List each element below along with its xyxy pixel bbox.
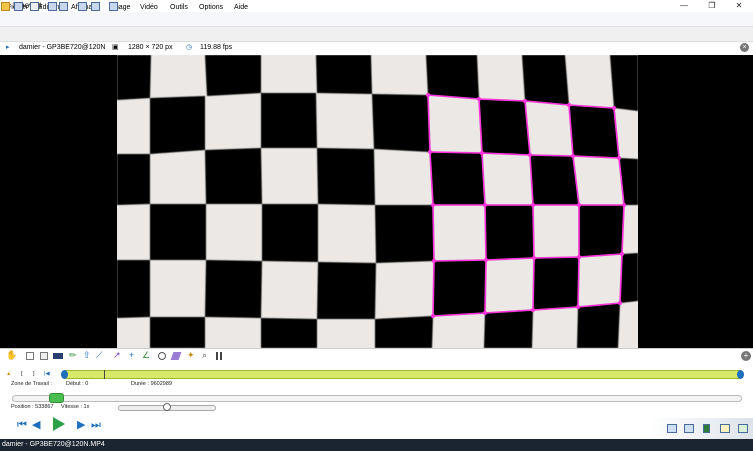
workzone-start-handle[interactable] (61, 370, 68, 379)
save-icon[interactable] (14, 2, 23, 11)
single-screen-icon[interactable] (48, 2, 57, 11)
arrow-tool-icon[interactable]: ↗ (113, 351, 121, 360)
main-toolbar (0, 27, 753, 41)
sequence-snapshot-icon[interactable] (684, 424, 694, 433)
angle-tool-icon[interactable]: ∠ (142, 351, 150, 360)
menu-aide[interactable]: Aide (234, 2, 248, 13)
set-start-icon[interactable]: [ (21, 371, 23, 378)
grid-tool-icon[interactable] (216, 352, 224, 360)
position-track[interactable] (12, 395, 742, 402)
restore-button[interactable]: ❐ (698, 0, 726, 12)
snapshot-icon[interactable] (667, 424, 677, 433)
workzone-start: Début : 0 (66, 381, 89, 387)
previous-frame-icon[interactable]: ◀ (32, 419, 40, 431)
checkerboard-image (117, 55, 638, 348)
circle-tool-icon[interactable] (158, 352, 166, 360)
pencil-icon[interactable]: ✏ (69, 351, 77, 360)
arrow-up-icon[interactable]: ⇧ (83, 351, 91, 360)
menu-options[interactable]: Options (199, 2, 223, 13)
open-folder-icon[interactable] (1, 2, 10, 11)
timeline-cursor[interactable] (104, 370, 105, 379)
playback-bar (0, 416, 753, 439)
workzone-end-handle[interactable] (737, 370, 744, 379)
next-frame-icon[interactable]: ▶ (77, 419, 85, 431)
line-tool-icon[interactable]: ⟋ (96, 351, 104, 360)
video-frame[interactable] (117, 55, 638, 348)
workzone-label: Zone de Travail : (11, 381, 52, 387)
minimize-button[interactable]: — (670, 0, 698, 12)
play-button[interactable] (53, 417, 65, 431)
save-video-icon[interactable] (703, 424, 710, 433)
close-player-icon[interactable]: × (740, 43, 749, 52)
dual-screen-icon[interactable] (59, 2, 68, 11)
dual-capture-icon[interactable] (91, 2, 100, 11)
close-button[interactable]: ✕ (725, 0, 753, 12)
status-filename: damier - GP3BE720@120N.MP4 (2, 441, 105, 448)
status-bar (0, 439, 753, 451)
fps-label: 119.88 fps (200, 44, 233, 51)
workzone-timeline[interactable] (61, 370, 744, 379)
cross-marker-icon[interactable]: + (129, 351, 137, 360)
expand-arrow-icon[interactable]: ▸ (6, 43, 10, 53)
set-end-icon[interactable]: ] (33, 371, 35, 378)
file-name: damier - GP3BE720@120N (19, 44, 106, 51)
goto-start-icon[interactable]: |◀ (44, 371, 50, 378)
menu-outils[interactable]: Outils (170, 2, 188, 13)
position-readout: Position : 533867 (11, 404, 54, 410)
expand-toolbar-icon[interactable]: + (741, 351, 751, 361)
magnifier-icon[interactable]: ⌕ (202, 351, 210, 360)
browser-icon[interactable] (30, 2, 39, 11)
capture-icon[interactable] (78, 2, 87, 11)
mixed-screen-icon[interactable] (109, 2, 118, 11)
last-frame-icon[interactable]: ⏭ (91, 419, 101, 431)
resolution-icon: ▣ (112, 44, 119, 51)
first-frame-icon[interactable]: ⏮ (17, 419, 27, 431)
menu-bar (0, 12, 753, 27)
clock-icon: ◷ (186, 44, 193, 51)
speed-readout: Vitesse : 1x (61, 404, 90, 410)
menu-video[interactable]: Vidéo (140, 2, 158, 13)
hand-tool-icon[interactable]: ✋ (6, 351, 17, 360)
position-slider-handle[interactable] (49, 393, 64, 403)
label-tool-icon[interactable] (53, 353, 63, 359)
comment-icon[interactable] (40, 352, 48, 360)
magic-wand-icon[interactable]: ✦ (187, 351, 195, 360)
workzone-duration: Durée : 9602989 (131, 381, 172, 387)
warning-icon[interactable]: ▲ (6, 371, 11, 378)
resolution-label: 1280 × 720 px (128, 44, 173, 51)
speed-slider-handle[interactable] (163, 403, 171, 411)
export-doc-icon[interactable] (720, 424, 730, 433)
export-spreadsheet-icon[interactable] (738, 424, 748, 433)
add-keyframe-icon[interactable] (26, 352, 34, 360)
